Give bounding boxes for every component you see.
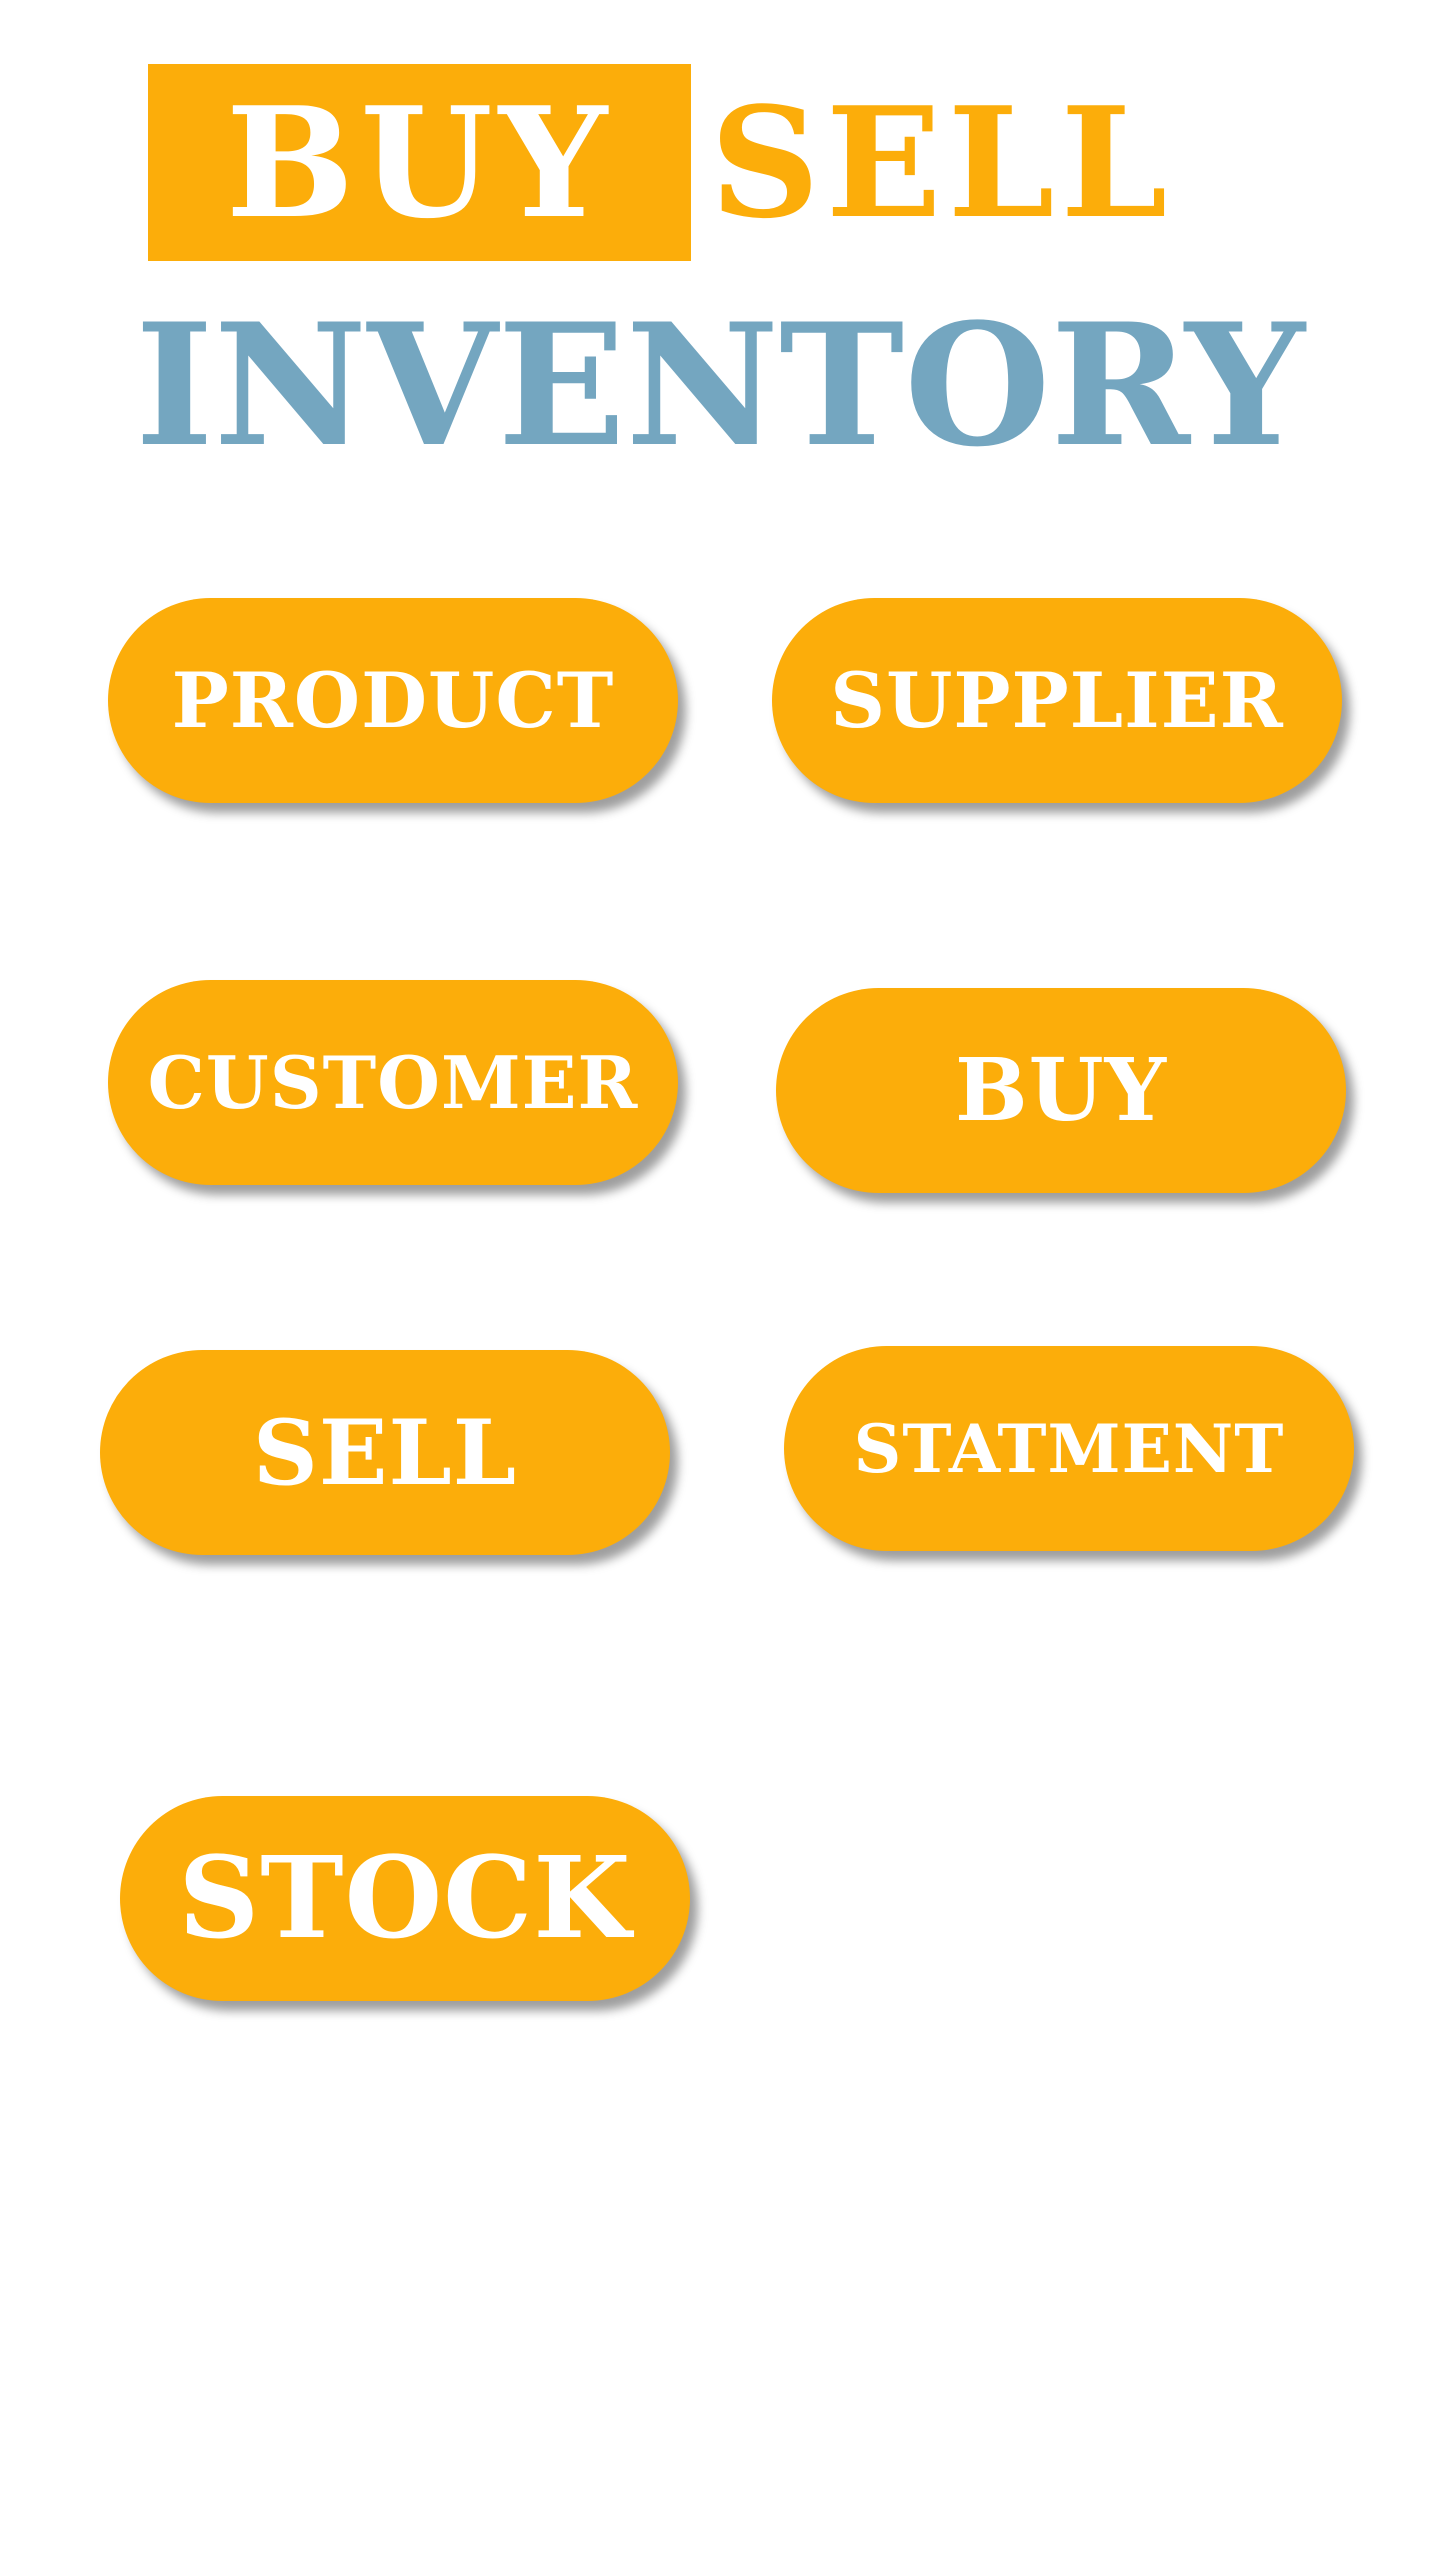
logo-buy-text: BUY	[225, 72, 614, 252]
statment-button[interactable]: STATMENT	[784, 1346, 1354, 1551]
logo-sell-text: SELL	[710, 72, 1174, 252]
customer-button[interactable]: CUSTOMER	[108, 980, 678, 1185]
stock-button[interactable]: STOCK	[120, 1796, 690, 2001]
product-button[interactable]: PRODUCT	[108, 598, 678, 803]
logo-inventory-text: INVENTORY	[135, 286, 1305, 484]
buy-button[interactable]: BUY	[776, 988, 1346, 1193]
supplier-button[interactable]: SUPPLIER	[772, 598, 1342, 803]
app-logo: BUY SELL INVENTORY	[0, 0, 1440, 500]
sell-button[interactable]: SELL	[100, 1350, 670, 1555]
